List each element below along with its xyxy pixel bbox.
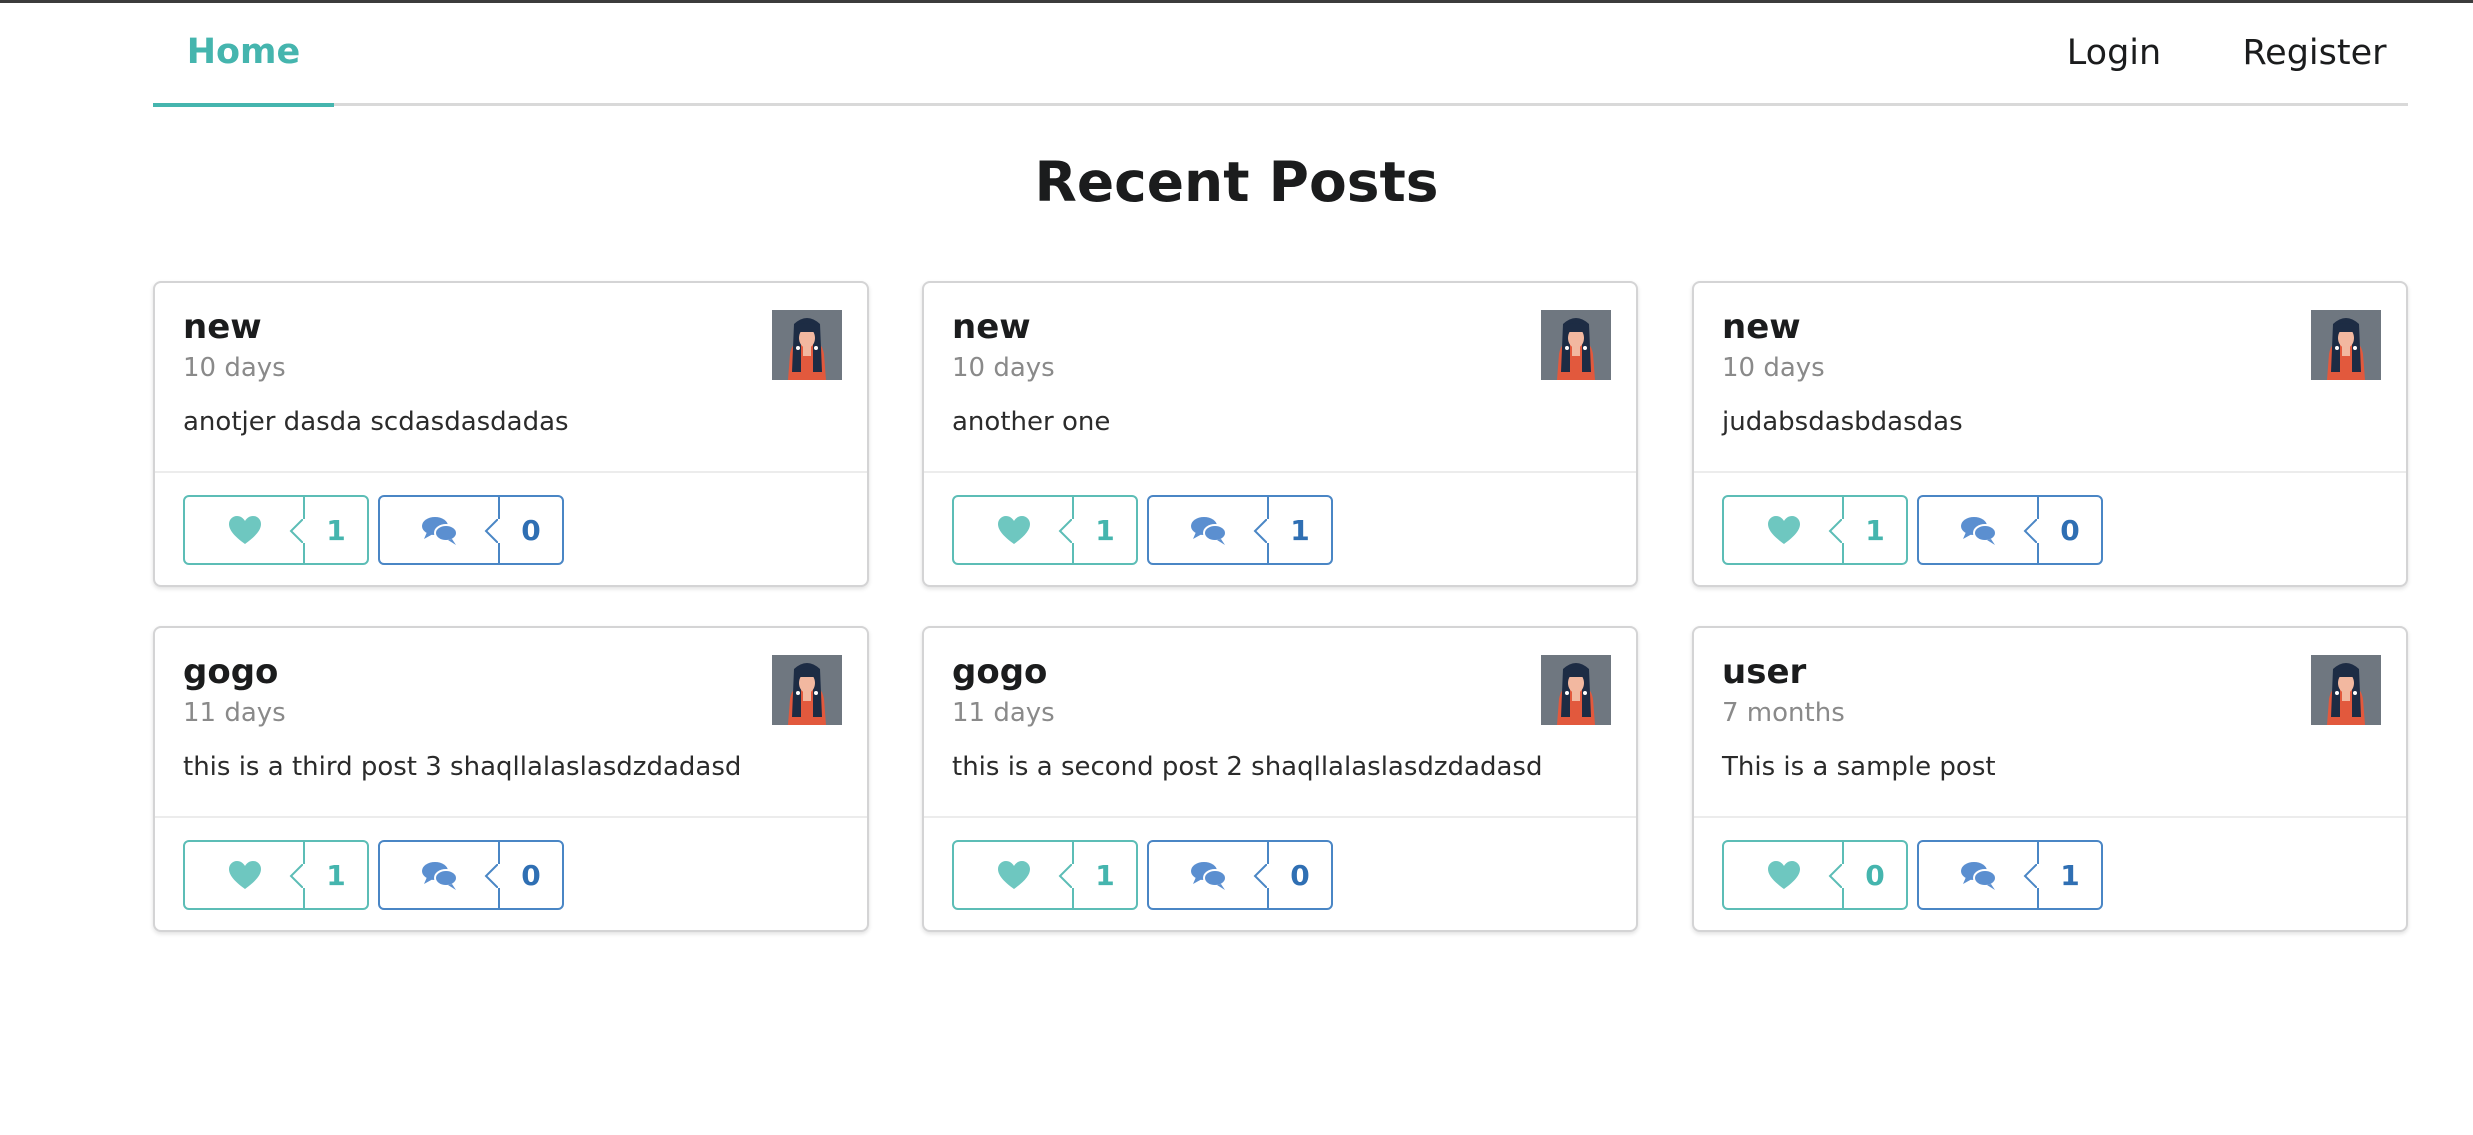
post-text: this is a second post 2 shaqllalaslasdzd…: [952, 752, 1543, 782]
post-author[interactable]: gogo: [952, 652, 1047, 692]
nav-home[interactable]: Home: [153, 0, 334, 107]
comments-icon: [1919, 497, 2039, 563]
post-text: judabsdasbdasdas: [1722, 407, 1963, 437]
like-count: 0: [1865, 858, 1885, 892]
heart-icon: [1724, 497, 1844, 563]
heart-icon: [185, 497, 305, 563]
heart-icon: [1724, 842, 1844, 908]
like-button[interactable]: 1: [183, 495, 369, 565]
avatar: [1541, 655, 1611, 725]
post-author[interactable]: user: [1722, 652, 1806, 692]
post-body: new 10 days judabsdasbdasdas: [1694, 283, 2406, 473]
like-button[interactable]: 1: [952, 495, 1138, 565]
like-button[interactable]: 1: [183, 840, 369, 910]
comment-button[interactable]: 0: [1147, 840, 1333, 910]
post-body: new 10 days another one: [924, 283, 1636, 473]
card-divider: [924, 816, 1636, 818]
like-count: 1: [1865, 513, 1885, 547]
comment-count: 1: [2060, 858, 2080, 892]
post-card: user 7 months This is a sample post 0 1: [1692, 626, 2408, 932]
comments-icon: [380, 842, 500, 908]
comments-icon: [1149, 842, 1269, 908]
post-time[interactable]: 7 months: [1722, 698, 1845, 728]
post-body: new 10 days anotjer dasda scdasdasdadas: [155, 283, 867, 473]
comment-count: 1: [1290, 513, 1310, 547]
card-divider: [155, 816, 867, 818]
comments-icon: [1149, 497, 1269, 563]
comment-button[interactable]: 0: [1917, 495, 2103, 565]
like-count: 1: [1095, 858, 1115, 892]
avatar: [2311, 310, 2381, 380]
avatar: [2311, 655, 2381, 725]
post-text: This is a sample post: [1722, 752, 1996, 782]
post-time[interactable]: 11 days: [952, 698, 1055, 728]
post-text: this is a third post 3 shaqllalaslasdzda…: [183, 752, 742, 782]
post-author[interactable]: new: [952, 307, 1031, 347]
nav-register[interactable]: Register: [2221, 0, 2408, 106]
like-button[interactable]: 0: [1722, 840, 1908, 910]
post-time[interactable]: 10 days: [183, 353, 286, 383]
post-card: new 10 days another one 1 1: [922, 281, 1638, 587]
heart-icon: [185, 842, 305, 908]
avatar: [772, 310, 842, 380]
avatar: [772, 655, 842, 725]
avatar: [1541, 310, 1611, 380]
post-author[interactable]: new: [183, 307, 262, 347]
like-count: 1: [326, 513, 346, 547]
comment-button[interactable]: 1: [1917, 840, 2103, 910]
card-divider: [1694, 471, 2406, 473]
comments-icon: [1919, 842, 2039, 908]
post-card: gogo 11 days this is a second post 2 sha…: [922, 626, 1638, 932]
like-button[interactable]: 1: [1722, 495, 1908, 565]
comment-count: 0: [2060, 513, 2080, 547]
post-time[interactable]: 10 days: [1722, 353, 1825, 383]
post-body: gogo 11 days this is a second post 2 sha…: [924, 628, 1636, 818]
comment-button[interactable]: 1: [1147, 495, 1333, 565]
card-divider: [924, 471, 1636, 473]
card-divider: [1694, 816, 2406, 818]
post-author[interactable]: gogo: [183, 652, 278, 692]
like-count: 1: [326, 858, 346, 892]
post-card: new 10 days anotjer dasda scdasdasdadas …: [153, 281, 869, 587]
post-time[interactable]: 11 days: [183, 698, 286, 728]
comments-icon: [380, 497, 500, 563]
like-count: 1: [1095, 513, 1115, 547]
page-title: Recent Posts: [1034, 150, 1439, 214]
post-text: another one: [952, 407, 1111, 437]
comment-button[interactable]: 0: [378, 495, 564, 565]
comment-button[interactable]: 0: [378, 840, 564, 910]
post-time[interactable]: 10 days: [952, 353, 1055, 383]
card-divider: [155, 471, 867, 473]
post-body: user 7 months This is a sample post: [1694, 628, 2406, 818]
post-card: new 10 days judabsdasbdasdas 1 0: [1692, 281, 2408, 587]
top-nav: Home Login Register: [153, 0, 2408, 107]
comment-count: 0: [521, 513, 541, 547]
post-text: anotjer dasda scdasdasdadas: [183, 407, 569, 437]
heart-icon: [954, 497, 1074, 563]
post-card: gogo 11 days this is a third post 3 shaq…: [153, 626, 869, 932]
post-author[interactable]: new: [1722, 307, 1801, 347]
nav-login[interactable]: Login: [2034, 0, 2194, 106]
posts-grid: new 10 days anotjer dasda scdasdasdadas …: [153, 281, 2408, 933]
comment-count: 0: [1290, 858, 1310, 892]
heart-icon: [954, 842, 1074, 908]
like-button[interactable]: 1: [952, 840, 1138, 910]
post-body: gogo 11 days this is a third post 3 shaq…: [155, 628, 867, 818]
comment-count: 0: [521, 858, 541, 892]
